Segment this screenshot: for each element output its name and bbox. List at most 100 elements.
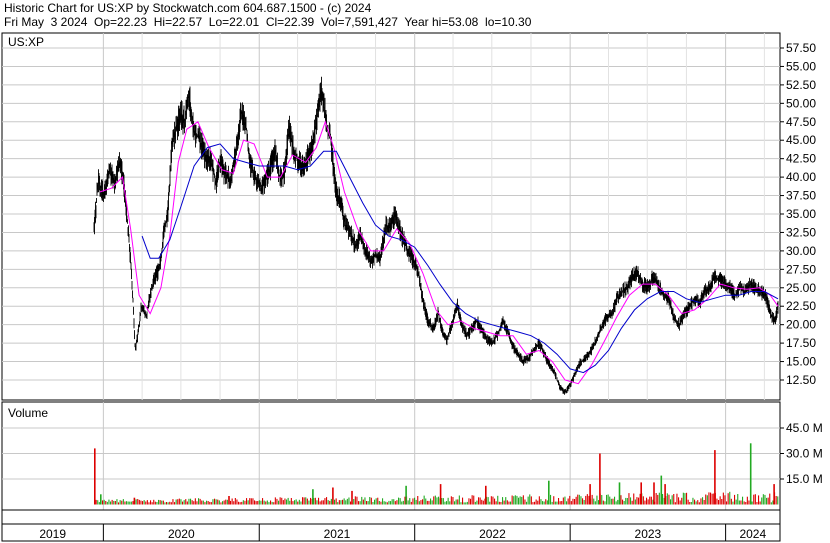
volume-bar [270,500,272,505]
volume-spike-bar [653,482,655,505]
volume-bar [137,499,139,505]
volume-bar [476,500,478,505]
volume-bar [306,498,308,505]
volume-bar [479,497,481,505]
price-tick-label: 55.00 [786,59,816,73]
volume-bar [529,494,531,505]
volume-bar [636,497,638,505]
volume-bar [430,498,432,505]
volume-bar [417,496,419,505]
volume-bar [206,500,208,505]
volume-bar [382,498,384,505]
volume-bar [606,494,608,505]
volume-bar [649,496,651,505]
volume-bar [516,495,518,505]
volume-bar [396,500,398,505]
volume-bar [742,496,744,505]
volume-bar [494,498,496,505]
volume-bar [414,497,416,505]
price-tick-label: 20.00 [786,318,816,332]
volume-bar [380,501,382,505]
volume-bar [391,499,393,505]
volume-bar [561,501,563,505]
volume-bar [193,501,195,505]
volume-bar [279,497,281,505]
volume-bar [425,498,427,505]
volume-bar [460,502,462,505]
volume-bar [170,502,172,505]
volume-bar [231,498,233,505]
volume-bar [562,497,564,505]
volume-bar [215,499,217,505]
volume-bar [559,501,561,505]
volume-bar [495,501,497,505]
volume-bar [490,496,492,505]
price-tick-label: 50.00 [786,96,816,110]
volume-spike-bar [773,484,775,505]
volume-spike-bar [228,496,230,505]
volume-bar [556,501,558,505]
volume-spike-bar [749,443,752,505]
price-tick-label: 40.00 [786,170,816,184]
volume-bar [241,501,243,505]
volume-bar [626,498,628,505]
volume-bar [734,494,736,505]
volume-bar [679,500,681,505]
volume-bar [550,494,552,505]
volume-bar [342,499,344,505]
volume-bar [719,496,721,505]
volume-bar [527,496,529,505]
volume-bar [220,502,222,505]
volume-bar [502,497,504,505]
volume-bar [294,500,296,505]
volume-bar [335,498,337,505]
volume-bar [572,498,574,505]
volume-bar [198,498,200,505]
year-axis-frame [1,509,781,542]
volume-spike-bar [100,494,102,505]
volume-bar [281,497,283,505]
volume-bar [702,497,704,505]
volume-bar [642,496,644,505]
volume-bar [300,501,302,505]
volume-spike-bar [133,497,136,505]
volume-bar [399,498,401,505]
volume-spike-bar [640,482,642,505]
volume-bar [718,500,720,505]
volume-bar [410,501,412,505]
volume-bar [274,497,276,505]
year-axis: 2019 2020 2021 2022 2023 2024 [1,509,781,542]
price-tick-label: 30.00 [786,244,816,258]
volume-spike-bar [599,453,601,505]
volume-bar [729,491,731,505]
volume-bar [295,499,297,505]
volume-bar [130,501,132,505]
volume-bar [374,499,376,505]
volume-bar [438,496,440,505]
volume-bar [634,499,636,505]
price-tick-label: 42.50 [786,152,816,166]
volume-bar [148,502,150,505]
volume-bar [762,494,764,505]
volume-bar [497,495,499,505]
volume-bar [124,501,126,505]
volume-bar [538,496,540,505]
volume-bar [314,497,316,505]
volume-bar [398,497,400,505]
volume-bar [105,501,107,505]
volume-bar [569,495,571,505]
volume-bar [412,498,414,505]
volume-bar [730,498,732,505]
volume-bar [337,502,339,505]
volume-bar [546,500,548,505]
volume-bar [530,496,532,505]
volume-bar [218,500,220,505]
volume-bar [610,498,612,505]
volume-spike-bar [405,485,407,505]
volume-bar [777,496,779,505]
volume-bar [505,497,507,505]
volume-bar [687,499,689,505]
volume-bar [226,499,228,505]
volume-bar [180,499,182,505]
volume-bar [622,499,624,505]
